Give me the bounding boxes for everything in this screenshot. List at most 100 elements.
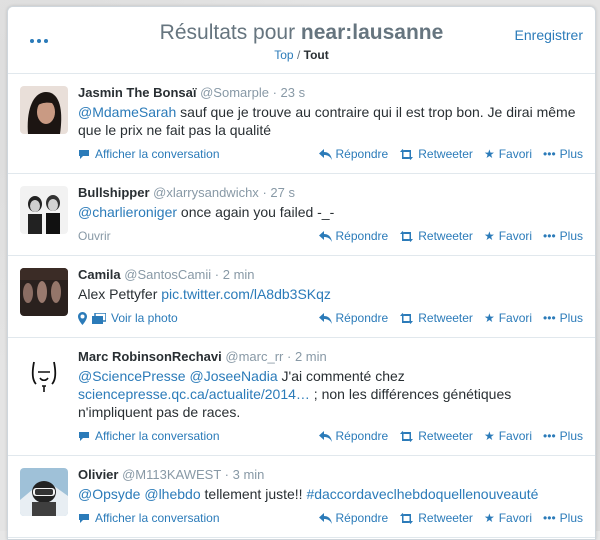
tweet-time[interactable]: · 23 s [273,85,306,100]
more-button[interactable]: ••• Plus [543,511,583,525]
mention-link[interactable]: @JoseeNadia [189,368,277,384]
mention-link[interactable]: @lhebdo [144,486,200,502]
star-icon: ★ [483,229,495,243]
reply-button[interactable]: Répondre [318,229,389,243]
view-photo-label: Voir la photo [111,311,178,325]
favorite-label: Favori [498,311,533,325]
tweet-actions: Afficher la conversation Répondre Retwee… [78,147,583,165]
author-name[interactable]: Olivier [78,467,118,482]
ellipsis-icon: ••• [543,511,556,525]
view-photo-link[interactable]: Voir la photo [78,311,178,325]
tweet-time[interactable]: · 2 min [287,349,327,364]
tweet-actions: Afficher la conversation Répondre Retwee… [78,429,583,447]
more-label: Plus [559,429,583,443]
tweet-text: @MdameSarah sauf que je trouve au contra… [78,103,583,139]
tweet[interactable]: Jasmin The Bonsaï @Somarple · 23 s @Mdam… [8,74,595,174]
retweet-button[interactable]: Retweeter [399,311,473,325]
retweet-button[interactable]: Retweeter [399,429,473,443]
author-name[interactable]: Bullshipper [78,185,150,200]
tweet-body: Alex Pettyfer [78,286,162,302]
retweet-label: Retweeter [418,429,473,443]
tweet-time[interactable]: · 3 min [225,467,265,482]
mention-link[interactable]: @charlieroniger [78,204,177,220]
avatar[interactable] [20,268,68,316]
tweet[interactable]: Camila @SantosCamii · 2 min Alex Pettyfe… [8,256,595,338]
search-query: near:lausanne [300,21,444,44]
tweet[interactable]: Marc RobinsonRechavi @marc_rr · 2 min @S… [8,338,595,456]
favorite-button[interactable]: ★ Favori [484,229,532,243]
retweet-icon [400,430,414,442]
save-search-button[interactable]: Enregistrer [515,27,583,43]
avatar[interactable] [20,468,68,516]
favorite-button[interactable]: ★ Favori [484,311,532,325]
tweet-text: @SciencePresse @JoseeNadia J'ai commenté… [78,367,583,421]
favorite-label: Favori [498,511,533,525]
retweet-button[interactable]: Retweeter [399,229,473,243]
more-button[interactable]: ••• Plus [543,229,583,243]
ellipsis-icon: ••• [543,429,556,443]
reply-icon [318,512,332,524]
mention-link[interactable]: @SciencePresse [78,368,186,384]
avatar[interactable] [20,86,68,134]
retweet-button[interactable]: Retweeter [399,511,473,525]
filter-separator: / [293,48,304,62]
author-name[interactable]: Camila [78,267,121,282]
author-handle[interactable]: @SantosCamii [124,267,211,282]
retweet-label: Retweeter [418,147,473,161]
ellipsis-icon: ••• [543,229,556,243]
avatar[interactable] [20,186,68,234]
author-handle[interactable]: @M113KAWEST [122,467,221,482]
tweet-body: tellement juste!! [200,486,307,502]
conversation-icon [79,150,89,159]
show-conversation-label: Afficher la conversation [95,511,220,525]
reply-button[interactable]: Répondre [318,511,389,525]
result-filter: Top / Tout [8,48,595,62]
article-link[interactable]: sciencepresse.qc.ca/actualite/2014… [78,386,310,402]
filter-all-current: Tout [303,48,329,62]
favorite-label: Favori [498,147,533,161]
more-button[interactable]: ••• Plus [543,147,583,161]
tweet-time[interactable]: · 2 min [215,267,255,282]
show-conversation-link[interactable]: Afficher la conversation [78,147,220,161]
avatar[interactable] [20,350,68,398]
show-conversation-link[interactable]: Afficher la conversation [78,511,220,525]
tweet[interactable]: Bullshipper @xlarrysandwichx · 27 s @cha… [8,174,595,256]
filter-top-link[interactable]: Top [274,48,293,62]
open-tweet-label: Ouvrir [78,229,111,243]
tweet-time[interactable]: · 27 s [262,185,295,200]
reply-button[interactable]: Répondre [318,311,388,325]
favorite-button[interactable]: ★ Favori [484,429,532,443]
star-icon: ★ [483,147,495,161]
favorite-button[interactable]: ★ Favori [484,147,532,161]
more-button[interactable]: ••• Plus [543,429,583,443]
mention-link[interactable]: @Opsyde [78,486,140,502]
photo-link[interactable]: pic.twitter.com/lA8db3SKqz [161,286,331,302]
reply-button[interactable]: Répondre [318,147,388,161]
retweet-icon [400,512,414,524]
author-name[interactable]: Marc RobinsonRechavi [78,349,222,364]
mention-link[interactable]: @MdameSarah [78,104,176,120]
show-conversation-link[interactable]: Afficher la conversation [78,429,220,443]
author-name[interactable]: Jasmin The Bonsaï [78,85,196,100]
author-handle[interactable]: @xlarrysandwichx [153,185,259,200]
more-button[interactable]: ••• Plus [543,311,583,325]
photo-icon [92,312,106,324]
hashtag-link[interactable]: #daccordaveclhebdoquellenouveauté [306,486,538,502]
reply-label: Répondre [335,229,389,243]
tweet-body: J'ai commenté chez [277,368,405,384]
title-prefix: Résultats pour [159,21,301,44]
retweet-button[interactable]: Retweeter [399,147,473,161]
author-handle[interactable]: @Somarple [200,85,269,100]
favorite-button[interactable]: ★ Favori [484,511,532,525]
reply-label: Répondre [335,511,389,525]
tweet[interactable]: Olivier @M113KAWEST · 3 min @Opsyde @lhe… [8,456,595,538]
favorite-label: Favori [498,429,533,443]
open-tweet-link[interactable]: Ouvrir [78,229,111,243]
tweet-text: @Opsyde @lhebdo tellement juste!! #dacco… [78,485,583,503]
author-handle[interactable]: @marc_rr [225,349,283,364]
tweet-body: once again you failed -_- [177,204,335,220]
conversation-icon [79,432,89,441]
reply-button[interactable]: Répondre [318,429,388,443]
star-icon: ★ [483,429,495,443]
more-label: Plus [559,311,583,325]
